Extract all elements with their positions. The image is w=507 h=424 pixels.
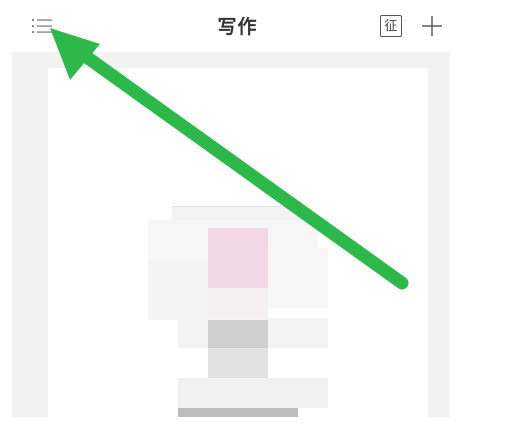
blur-tile: [178, 408, 298, 417]
top-bar: 写作 征: [0, 0, 507, 52]
article-card[interactable]: [48, 68, 428, 417]
blurred-image: [48, 68, 428, 417]
add-button[interactable]: [418, 12, 446, 40]
menu-button[interactable]: [30, 14, 54, 38]
blur-tile: [208, 348, 268, 378]
zheng-button[interactable]: 征: [378, 13, 404, 39]
blur-tile: [148, 260, 208, 320]
zheng-icon-glyph: 征: [384, 18, 398, 34]
blur-tile: [208, 288, 268, 318]
plus-icon: [422, 16, 442, 36]
blur-tile: [208, 228, 268, 288]
zheng-badge-icon: 征: [380, 15, 402, 37]
blur-tile: [172, 206, 306, 221]
blur-tile: [178, 378, 328, 408]
content-panel: [12, 52, 450, 417]
blur-tile: [268, 248, 328, 308]
blur-tile: [208, 320, 268, 348]
list-menu-icon: [32, 19, 52, 33]
page-title: 写作: [217, 16, 258, 38]
